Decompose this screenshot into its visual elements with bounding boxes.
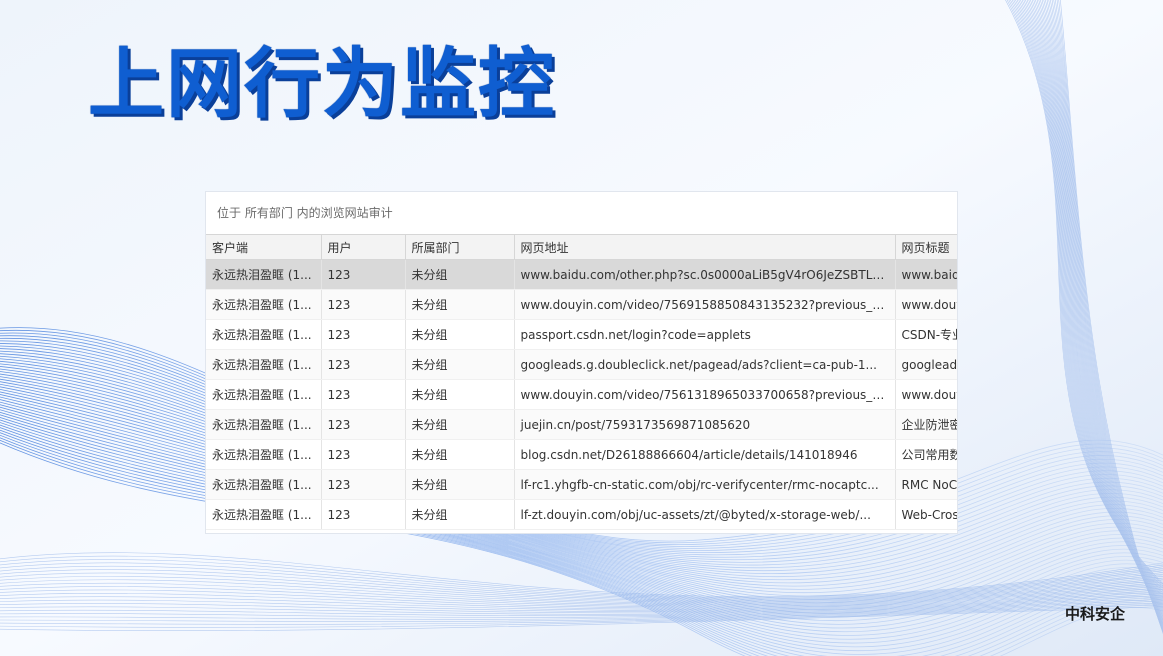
cell-user: 123 (321, 499, 406, 530)
page-title: 上网行为监控 (88, 39, 556, 128)
audit-table: 客户端 用户 所属部门 网页地址 网页标题 永远热泪盈眶 (1... 123 未… (206, 234, 957, 530)
cell-url: www.baidu.com/other.php?sc.0s0000aLiB5gV… (514, 259, 896, 290)
table-row[interactable]: 永远热泪盈眶 (1... 123 未分组 juejin.cn/post/7593… (206, 409, 957, 440)
cell-url: googleads.g.doubleclick.net/pagead/ads?c… (514, 349, 896, 380)
cell-department: 未分组 (405, 289, 515, 320)
cell-page-title: www.baidu (895, 259, 957, 290)
table-header-row: 客户端 用户 所属部门 网页地址 网页标题 (206, 234, 957, 260)
table-row[interactable]: 永远热泪盈眶 (1... 123 未分组 www.douyin.com/vide… (206, 289, 957, 320)
cell-url: www.douyin.com/video/7561318965033700658… (514, 379, 896, 410)
cell-client: 永远热泪盈眶 (1... (206, 499, 322, 530)
cell-page-title: RMC NoC (895, 469, 957, 500)
column-header-user[interactable]: 用户 (321, 234, 406, 260)
cell-client: 永远热泪盈眶 (1... (206, 259, 322, 290)
cell-department: 未分组 (405, 259, 515, 290)
brand-logo-text: 中科安企 (1064, 605, 1125, 623)
cell-department: 未分组 (405, 349, 515, 380)
cell-page-title: CSDN-专业 (895, 319, 957, 350)
table-row[interactable]: 永远热泪盈眶 (1... 123 未分组 lf-zt.douyin.com/ob… (206, 499, 957, 530)
cell-client: 永远热泪盈眶 (1... (206, 409, 322, 440)
cell-client: 永远热泪盈眶 (1... (206, 349, 322, 380)
column-header-department[interactable]: 所属部门 (405, 234, 515, 260)
cell-url: blog.csdn.net/D26188866604/article/detai… (514, 439, 896, 470)
cell-user: 123 (321, 379, 406, 410)
cell-client: 永远热泪盈眶 (1... (206, 469, 322, 500)
cell-url: passport.csdn.net/login?code=applets (514, 319, 896, 350)
cell-user: 123 (321, 349, 406, 380)
cell-client: 永远热泪盈眶 (1... (206, 289, 322, 320)
cell-page-title: www.douy (895, 289, 957, 320)
cell-department: 未分组 (405, 499, 515, 530)
cell-user: 123 (321, 409, 406, 440)
cell-page-title: 公司常用数 (895, 439, 957, 470)
table-row[interactable]: 永远热泪盈眶 (1... 123 未分组 lf-rc1.yhgfb-cn-sta… (206, 469, 957, 500)
cell-department: 未分组 (405, 469, 515, 500)
table-row[interactable]: 永远热泪盈眶 (1... 123 未分组 googleads.g.doublec… (206, 349, 957, 380)
table-row[interactable]: 永远热泪盈眶 (1... 123 未分组 passport.csdn.net/l… (206, 319, 957, 350)
cell-url: www.douyin.com/video/7569158850843135232… (514, 289, 896, 320)
cell-client: 永远热泪盈眶 (1... (206, 439, 322, 470)
table-row[interactable]: 永远热泪盈眶 (1... 123 未分组 www.baidu.com/other… (206, 259, 957, 290)
cell-page-title: www.douy (895, 379, 957, 410)
audit-caption: 位于 所有部门 内的浏览网站审计 (217, 206, 393, 220)
cell-user: 123 (321, 439, 406, 470)
cell-user: 123 (321, 259, 406, 290)
table-row[interactable]: 永远热泪盈眶 (1... 123 未分组 www.douyin.com/vide… (206, 379, 957, 410)
browse-audit-panel: 位于 所有部门 内的浏览网站审计 客户端 用户 所属部门 网页地址 网页标题 永… (206, 192, 957, 533)
cell-department: 未分组 (405, 379, 515, 410)
cell-url: lf-rc1.yhgfb-cn-static.com/obj/rc-verify… (514, 469, 896, 500)
table-row[interactable]: 永远热泪盈眶 (1... 123 未分组 blog.csdn.net/D2618… (206, 439, 957, 470)
column-header-page-title[interactable]: 网页标题 (895, 234, 957, 260)
cell-url: juejin.cn/post/7593173569871085620 (514, 409, 896, 440)
cell-page-title: Web-Cros (895, 499, 957, 530)
column-header-url[interactable]: 网页地址 (514, 234, 896, 260)
cell-user: 123 (321, 469, 406, 500)
column-header-client[interactable]: 客户端 (206, 234, 322, 260)
cell-url: lf-zt.douyin.com/obj/uc-assets/zt/@byted… (514, 499, 896, 530)
cell-department: 未分组 (405, 319, 515, 350)
cell-department: 未分组 (405, 409, 515, 440)
cell-page-title: 企业防泄密 (895, 409, 957, 440)
cell-client: 永远热泪盈眶 (1... (206, 319, 322, 350)
cell-user: 123 (321, 319, 406, 350)
cell-page-title: googlead (895, 349, 957, 380)
cell-client: 永远热泪盈眶 (1... (206, 379, 322, 410)
cell-department: 未分组 (405, 439, 515, 470)
cell-user: 123 (321, 289, 406, 320)
